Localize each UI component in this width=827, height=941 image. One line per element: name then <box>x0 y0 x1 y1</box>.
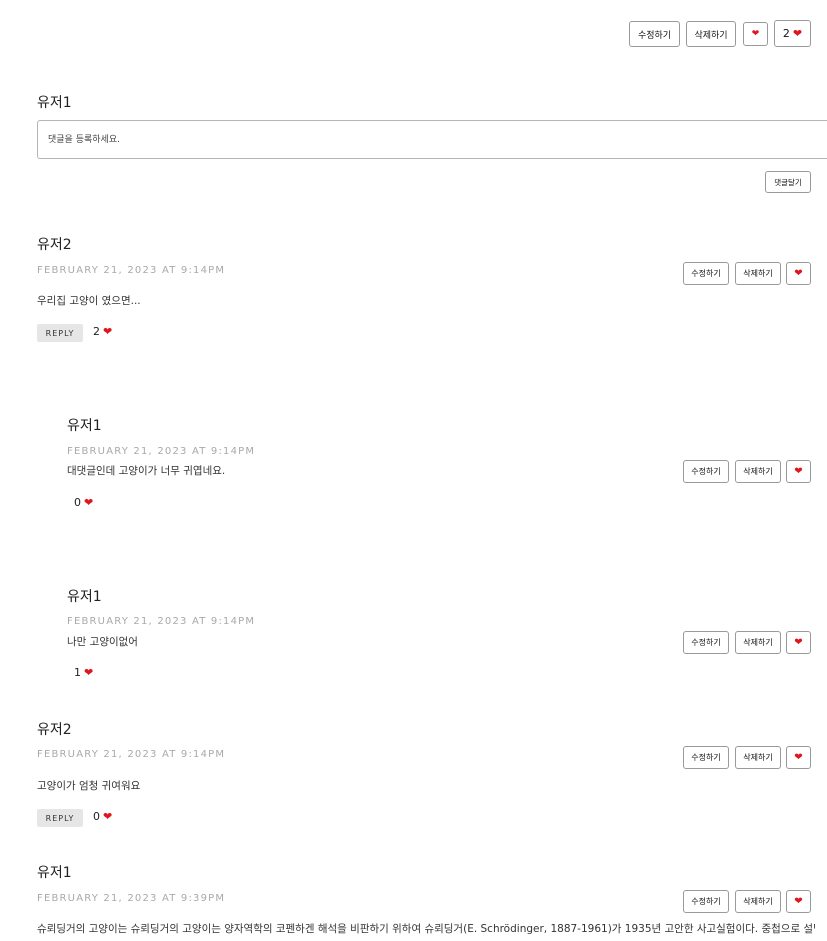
comment-form-user: 유저1 <box>37 95 72 111</box>
heart-icon: ❤ <box>794 752 803 763</box>
comment-like-count: 1 ❤ <box>74 666 93 679</box>
heart-icon: ❤ <box>794 637 803 648</box>
comment-author: 유저1 <box>67 418 102 434</box>
comment-author: 유저2 <box>37 237 72 253</box>
comment-text: 나만 고양이없어 <box>67 636 138 648</box>
post-heart-button[interactable]: ❤ <box>743 22 768 46</box>
comment-edit-button[interactable]: 수정하기 <box>683 460 729 483</box>
heart-icon: ❤ <box>84 496 94 509</box>
like-count-value: 0 <box>74 496 81 509</box>
heart-icon: ❤ <box>794 466 803 477</box>
heart-icon: ❤ <box>751 29 760 39</box>
heart-icon: ❤ <box>794 268 803 279</box>
post-edit-button[interactable]: 수정하기 <box>629 21 680 47</box>
comment-text: 대댓글인데 고양이가 너무 귀엽네요. <box>67 465 226 477</box>
comment-edit-button[interactable]: 수정하기 <box>683 631 729 654</box>
comment-input[interactable] <box>37 120 827 159</box>
comment-edit-button[interactable]: 수정하기 <box>683 890 729 913</box>
comment-heart-button[interactable]: ❤ <box>786 631 811 654</box>
like-count-value: 1 <box>74 666 81 679</box>
heart-icon: ❤ <box>792 27 803 40</box>
comment-edit-button[interactable]: 수정하기 <box>683 262 729 285</box>
comment-submit-button[interactable]: 댓글달기 <box>765 171 811 193</box>
comment-date: FEBRUARY 21, 2023 AT 9:14PM <box>37 749 226 760</box>
comment-author: 유저2 <box>37 722 72 738</box>
comment-date: FEBRUARY 21, 2023 AT 9:14PM <box>37 265 226 276</box>
comment-heart-button[interactable]: ❤ <box>786 746 811 769</box>
post-delete-button[interactable]: 삭제하기 <box>686 21 736 47</box>
comment-like-count: 0 ❤ <box>93 810 112 823</box>
heart-icon: ❤ <box>103 325 113 338</box>
reply-button[interactable]: REPLY <box>37 809 83 827</box>
heart-icon: ❤ <box>794 896 803 907</box>
comment-author: 유저1 <box>37 865 72 881</box>
comment-delete-button[interactable]: 삭제하기 <box>735 746 781 769</box>
like-count-value: 2 <box>93 325 100 338</box>
comment-delete-button[interactable]: 삭제하기 <box>735 460 781 483</box>
comment-heart-button[interactable]: ❤ <box>786 262 811 285</box>
comment-like-count: 2 ❤ <box>93 325 112 338</box>
comment-edit-button[interactable]: 수정하기 <box>683 746 729 769</box>
like-count-value: 0 <box>93 810 100 823</box>
comment-heart-button[interactable]: ❤ <box>786 460 811 483</box>
comment-delete-button[interactable]: 삭제하기 <box>735 631 781 654</box>
post-like-count-button[interactable]: 2 ❤ <box>774 20 811 47</box>
comment-text: 고양이가 엄청 귀여워요 <box>37 780 141 792</box>
comment-author: 유저1 <box>67 589 102 605</box>
reply-button[interactable]: REPLY <box>37 324 83 342</box>
comment-like-count: 0 ❤ <box>74 496 93 509</box>
comment-heart-button[interactable]: ❤ <box>786 890 811 913</box>
comment-text: 우리집 고양이 였으면... <box>37 295 141 307</box>
post-like-count: 2 <box>782 27 790 40</box>
comment-date: FEBRUARY 21, 2023 AT 9:14PM <box>67 616 256 627</box>
comment-date: FEBRUARY 21, 2023 AT 9:14PM <box>67 446 256 457</box>
comment-delete-button[interactable]: 삭제하기 <box>735 262 781 285</box>
comment-text: 슈뢰딩거의 고양이는 슈뢰딩거의 고양이는 양자역학의 코펜하겐 해석을 비판하… <box>37 923 815 935</box>
heart-icon: ❤ <box>84 666 94 679</box>
comment-date: FEBRUARY 21, 2023 AT 9:39PM <box>37 893 226 904</box>
comment-delete-button[interactable]: 삭제하기 <box>735 890 781 913</box>
heart-icon: ❤ <box>103 810 113 823</box>
